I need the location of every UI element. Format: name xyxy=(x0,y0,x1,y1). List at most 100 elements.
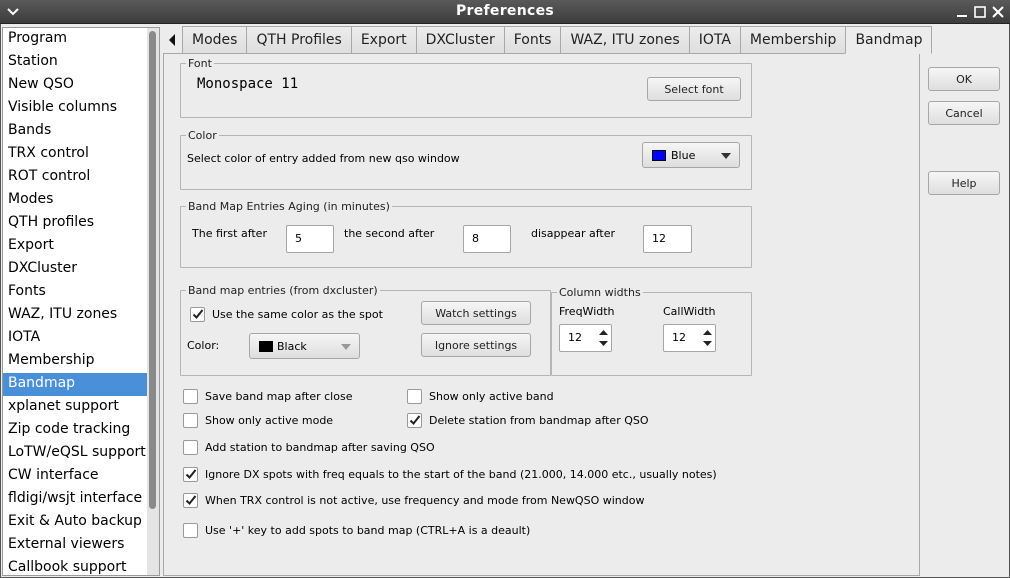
entry-color-value: Blue xyxy=(671,149,696,162)
sidebar-item-bandmap[interactable]: Bandmap xyxy=(3,373,149,396)
ignore-settings-button[interactable]: Ignore settings xyxy=(421,333,531,357)
tab-modes[interactable]: Modes xyxy=(182,26,248,53)
sidebar-item-lotw-eqsl-support[interactable]: LoTW/eQSL support xyxy=(3,442,149,465)
sidebar-item-iota[interactable]: IOTA xyxy=(3,327,149,350)
chevron-left-icon xyxy=(169,33,175,46)
only-active-band-checkbox[interactable] xyxy=(407,388,422,404)
sidebar-item-dxcluster[interactable]: DXCluster xyxy=(3,258,149,281)
freq-width-spinner[interactable]: 12 xyxy=(559,324,612,352)
entry-color-combo[interactable]: Blue xyxy=(642,142,740,168)
help-button[interactable]: Help xyxy=(928,171,1000,195)
add-after-saving-row[interactable]: Add station to bandmap after saving QSO xyxy=(183,438,435,456)
only-active-mode-checkbox[interactable] xyxy=(183,412,198,428)
sidebar-item-fldigi-wsjt-interface[interactable]: fldigi/wsjt interface xyxy=(3,488,149,511)
disappear-after-label: disappear after xyxy=(531,227,616,240)
cancel-button[interactable]: Cancel xyxy=(928,101,1000,125)
tab-qth-profiles[interactable]: QTH Profiles xyxy=(246,26,352,53)
call-width-spinner[interactable]: 12 xyxy=(663,324,716,352)
sidebar-item-station[interactable]: Station xyxy=(3,51,149,74)
checkmark-icon xyxy=(185,495,196,505)
sidebar-item-external-viewers[interactable]: External viewers xyxy=(3,534,149,557)
sidebar-item-cw-interface[interactable]: CW interface xyxy=(3,465,149,488)
only-active-mode-label: Show only active mode xyxy=(205,413,334,427)
save-after-close-checkbox[interactable] xyxy=(183,388,198,404)
entries-color-label: Color: xyxy=(187,339,220,352)
sidebar-item-rot-control[interactable]: ROT control xyxy=(3,166,149,189)
title-bar: Preferences xyxy=(0,0,1010,24)
tab-export[interactable]: Export xyxy=(350,26,417,53)
plus-key-label: Use '+' key to add spots to band map (CT… xyxy=(205,523,531,537)
sidebar-item-exit-auto-backup[interactable]: Exit & Auto backup xyxy=(3,511,149,534)
watch-settings-button[interactable]: Watch settings xyxy=(421,301,531,325)
entries-color-value: Black xyxy=(277,340,307,353)
disappear-after-input[interactable]: 12 xyxy=(643,225,692,253)
sidebar-item-export[interactable]: Export xyxy=(3,235,149,258)
spin-arrows-icon[interactable] xyxy=(598,327,609,349)
sidebar-item-fonts[interactable]: Fonts xyxy=(3,281,149,304)
freq-width-label: FreqWidth xyxy=(559,305,615,318)
tab-dxcluster[interactable]: DXCluster xyxy=(415,26,505,53)
tab-scroll-left-button[interactable] xyxy=(163,26,181,53)
sidebar-item-new-qso[interactable]: New QSO xyxy=(3,74,149,97)
plus-key-checkbox[interactable] xyxy=(183,522,198,538)
delete-after-qso-label: Delete station from bandmap after QSO xyxy=(429,413,649,427)
sidebar-item-callbook-support[interactable]: Callbook support xyxy=(3,557,149,575)
ignore-band-start-row[interactable]: Ignore DX spots with freq equals to the … xyxy=(183,465,717,483)
second-after-input[interactable]: 8 xyxy=(463,225,511,253)
sidebar: Program Station New QSO Visible columns … xyxy=(2,27,160,576)
only-active-band-label: Show only active band xyxy=(429,389,554,403)
add-after-saving-label: Add station to bandmap after saving QSO xyxy=(205,440,435,454)
font-group-legend: Font xyxy=(188,57,212,70)
sidebar-item-membership[interactable]: Membership xyxy=(3,350,149,373)
tab-fonts[interactable]: Fonts xyxy=(503,26,562,53)
only-active-mode-row[interactable]: Show only active mode xyxy=(183,411,333,429)
sidebar-scrollbar[interactable] xyxy=(147,28,159,575)
tab-membership[interactable]: Membership xyxy=(739,26,847,53)
plus-key-row[interactable]: Use '+' key to add spots to band map (CT… xyxy=(183,521,530,539)
checkmark-icon xyxy=(409,415,420,425)
sidebar-item-trx-control[interactable]: TRX control xyxy=(3,143,149,166)
tab-bandmap[interactable]: Bandmap xyxy=(845,26,933,54)
use-newqso-freq-checkbox[interactable] xyxy=(183,492,198,508)
same-color-checkbox-row[interactable]: Use the same color as the spot xyxy=(190,305,383,323)
entries-color-swatch xyxy=(259,341,273,352)
second-after-label: the second after xyxy=(344,227,435,240)
sidebar-item-waz-itu-zones[interactable]: WAZ, ITU zones xyxy=(3,304,149,327)
delete-after-qso-row[interactable]: Delete station from bandmap after QSO xyxy=(407,411,649,429)
sidebar-item-program[interactable]: Program xyxy=(3,28,149,51)
sidebar-item-bands[interactable]: Bands xyxy=(3,120,149,143)
first-after-label: The first after xyxy=(192,227,267,240)
save-after-close-label: Save band map after close xyxy=(205,389,353,403)
sidebar-list: Program Station New QSO Visible columns … xyxy=(3,28,149,575)
save-after-close-row[interactable]: Save band map after close xyxy=(183,387,352,405)
color-description: Select color of entry added from new qso… xyxy=(187,152,460,165)
call-width-label: CallWidth xyxy=(663,305,716,318)
sidebar-item-xplanet-support[interactable]: xplanet support xyxy=(3,396,149,419)
ok-button[interactable]: OK xyxy=(928,67,1000,91)
tab-iota[interactable]: IOTA xyxy=(688,26,741,53)
sidebar-item-visible-columns[interactable]: Visible columns xyxy=(3,97,149,120)
maximize-icon[interactable] xyxy=(973,5,987,19)
sidebar-item-qth-profiles[interactable]: QTH profiles xyxy=(3,212,149,235)
tab-strip: Modes QTH Profiles Export DXCluster Font… xyxy=(163,26,933,54)
sidebar-scrollbar-thumb[interactable] xyxy=(149,31,156,509)
use-newqso-freq-label: When TRX control is not active, use freq… xyxy=(205,493,645,507)
spin-arrows-icon[interactable] xyxy=(702,327,713,349)
checkmark-icon xyxy=(192,309,203,319)
delete-after-qso-checkbox[interactable] xyxy=(407,412,422,428)
ignore-band-start-checkbox[interactable] xyxy=(183,466,198,482)
sidebar-item-zip-code-tracking[interactable]: Zip code tracking xyxy=(3,419,149,442)
entry-color-swatch xyxy=(652,150,666,161)
add-after-saving-checkbox[interactable] xyxy=(183,439,198,455)
same-color-checkbox[interactable] xyxy=(190,306,205,322)
first-after-input[interactable]: 5 xyxy=(286,225,334,253)
aging-group-legend: Band Map Entries Aging (in minutes) xyxy=(188,200,390,213)
select-font-button[interactable]: Select font xyxy=(647,77,741,101)
close-icon[interactable] xyxy=(991,5,1005,19)
use-newqso-freq-row[interactable]: When TRX control is not active, use freq… xyxy=(183,491,644,509)
entries-color-combo[interactable]: Black xyxy=(249,333,360,359)
minimize-icon[interactable] xyxy=(955,5,969,19)
only-active-band-row[interactable]: Show only active band xyxy=(407,387,554,405)
tab-waz-itu-zones[interactable]: WAZ, ITU zones xyxy=(560,26,690,53)
sidebar-item-modes[interactable]: Modes xyxy=(3,189,149,212)
